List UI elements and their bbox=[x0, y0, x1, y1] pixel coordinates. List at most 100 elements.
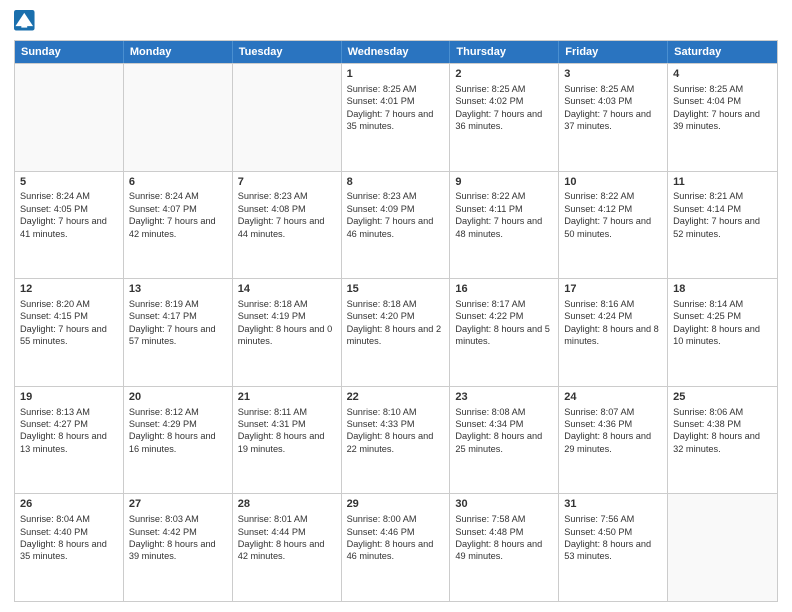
day-number: 27 bbox=[129, 497, 227, 512]
calendar-cell: 31 Sunrise: 7:56 AM Sunset: 4:50 PM Dayligh… bbox=[559, 494, 668, 601]
sunrise: Sunrise: 8:00 AM bbox=[347, 514, 417, 524]
day-number: 20 bbox=[129, 390, 227, 405]
daylight: Daylight: 8 hours and 13 minutes. bbox=[20, 431, 107, 453]
sunrise: Sunrise: 8:21 AM bbox=[673, 191, 743, 201]
day-number: 14 bbox=[238, 282, 336, 297]
calendar-body: 1Sunrise: 8:25 AMSunset: 4:01 PMDaylight… bbox=[15, 63, 777, 601]
sunrise: Sunrise: 8:18 AM bbox=[347, 299, 417, 309]
calendar-cell: 19Sunrise: 8:13 AMSunset: 4:27 PMDayligh… bbox=[15, 387, 124, 494]
daylight: Daylight: 8 hours and 42 minutes. bbox=[238, 539, 325, 561]
sunrise: Sunrise: 8:17 AM bbox=[455, 299, 525, 309]
sunset: Sunset: 4:36 PM bbox=[564, 419, 632, 429]
sunset: Sunset: 4:44 PM bbox=[238, 527, 306, 537]
daylight: Daylight: 7 hours and 50 minutes. bbox=[564, 216, 651, 238]
sunset: Sunset: 4:14 PM bbox=[673, 204, 741, 214]
calendar-cell: 6Sunrise: 8:24 AMSunset: 4:07 PMDaylight… bbox=[124, 172, 233, 279]
calendar: SundayMondayTuesdayWednesdayThursdayFrid… bbox=[14, 40, 778, 602]
daylight: Daylight: 8 hours and 2 minutes. bbox=[347, 324, 442, 346]
day-number: 3 bbox=[564, 67, 662, 82]
daylight: Daylight: 8 hours and 22 minutes. bbox=[347, 431, 434, 453]
sunset: Sunset: 4:50 PM bbox=[564, 527, 632, 537]
day-number: 31 bbox=[564, 497, 662, 512]
calendar-cell: 15 Sunrise: 8:18 AM Sunset: 4:20 PM Dayligh… bbox=[342, 279, 451, 386]
calendar-cell: 2Sunrise: 8:25 AMSunset: 4:02 PMDaylight… bbox=[450, 64, 559, 171]
day-number: 24 bbox=[564, 390, 662, 405]
daylight: Daylight: 8 hours and 53 minutes. bbox=[564, 539, 651, 561]
header-day-thursday: Thursday bbox=[450, 41, 559, 63]
day-number: 30 bbox=[455, 497, 553, 512]
sunset: Sunset: 4:42 PM bbox=[129, 527, 197, 537]
day-number: 29 bbox=[347, 497, 445, 512]
sunset: Sunset: 4:08 PM bbox=[238, 204, 306, 214]
calendar-cell bbox=[15, 64, 124, 171]
calendar-cell: 8Sunrise: 8:23 AMSunset: 4:09 PMDaylight… bbox=[342, 172, 451, 279]
day-number: 19 bbox=[20, 390, 118, 405]
calendar-row-2: 12Sunrise: 8:20 AMSunset: 4:15 PMDayligh… bbox=[15, 278, 777, 386]
sunset: Sunset: 4:20 PM bbox=[347, 311, 415, 321]
sunrise: Sunrise: 7:56 AM bbox=[564, 514, 634, 524]
sunset: Sunset: 4:15 PM bbox=[20, 311, 88, 321]
daylight: Daylight: 8 hours and 32 minutes. bbox=[673, 431, 760, 453]
day-number: 15 bbox=[347, 282, 445, 297]
sunset: Sunset: 4:03 PM bbox=[564, 96, 632, 106]
sunrise: Sunrise: 8:03 AM bbox=[129, 514, 199, 524]
daylight: Daylight: 8 hours and 49 minutes. bbox=[455, 539, 542, 561]
calendar-cell: 11Sunrise: 8:21 AM Sunset: 4:14 PM Dayligh… bbox=[668, 172, 777, 279]
daylight: Daylight: 8 hours and 39 minutes. bbox=[129, 539, 216, 561]
calendar-cell: 1Sunrise: 8:25 AMSunset: 4:01 PMDaylight… bbox=[342, 64, 451, 171]
sunset: Sunset: 4:01 PM bbox=[347, 96, 415, 106]
sunrise: Sunrise: 8:25 AM bbox=[564, 84, 634, 94]
header-day-tuesday: Tuesday bbox=[233, 41, 342, 63]
sunset: Sunset: 4:46 PM bbox=[347, 527, 415, 537]
day-number: 2 bbox=[455, 67, 553, 82]
day-number: 4 bbox=[673, 67, 772, 82]
calendar-cell bbox=[124, 64, 233, 171]
day-number: 22 bbox=[347, 390, 445, 405]
header-day-friday: Friday bbox=[559, 41, 668, 63]
header-day-monday: Monday bbox=[124, 41, 233, 63]
calendar-cell: 22Sunrise: 8:10 AMSunset: 4:33 PMDayligh… bbox=[342, 387, 451, 494]
daylight: Daylight: 7 hours and 52 minutes. bbox=[673, 216, 760, 238]
calendar-cell: 14Sunrise: 8:18 AMSunset: 4:19 PMDayligh… bbox=[233, 279, 342, 386]
daylight: Daylight: 7 hours and 41 minutes. bbox=[20, 216, 107, 238]
daylight: Daylight: 7 hours and 35 minutes. bbox=[347, 109, 434, 131]
daylight: Daylight: 8 hours and 46 minutes. bbox=[347, 539, 434, 561]
sunset: Sunset: 4:33 PM bbox=[347, 419, 415, 429]
sunrise: Sunrise: 8:24 AM bbox=[129, 191, 199, 201]
sunrise: Sunrise: 8:07 AM bbox=[564, 407, 634, 417]
sunrise: Sunrise: 8:24 AM bbox=[20, 191, 90, 201]
header bbox=[14, 10, 778, 32]
page: SundayMondayTuesdayWednesdayThursdayFrid… bbox=[0, 0, 792, 612]
calendar-row-0: 1Sunrise: 8:25 AMSunset: 4:01 PMDaylight… bbox=[15, 63, 777, 171]
calendar-row-1: 5Sunrise: 8:24 AMSunset: 4:05 PMDaylight… bbox=[15, 171, 777, 279]
sunset: Sunset: 4:29 PM bbox=[129, 419, 197, 429]
sunrise: Sunrise: 8:22 AM bbox=[564, 191, 634, 201]
sunrise: Sunrise: 8:12 AM bbox=[129, 407, 199, 417]
sunrise: Sunrise: 8:25 AM bbox=[347, 84, 417, 94]
sunset: Sunset: 4:24 PM bbox=[564, 311, 632, 321]
calendar-header: SundayMondayTuesdayWednesdayThursdayFrid… bbox=[15, 41, 777, 63]
day-number: 17 bbox=[564, 282, 662, 297]
sunrise: Sunrise: 8:16 AM bbox=[564, 299, 634, 309]
sunset: Sunset: 4:11 PM bbox=[455, 204, 522, 214]
sunset: Sunset: 4:09 PM bbox=[347, 204, 415, 214]
sunset: Sunset: 4:04 PM bbox=[673, 96, 741, 106]
sunrise: Sunrise: 8:13 AM bbox=[20, 407, 90, 417]
daylight: Daylight: 8 hours and 0 minutes. bbox=[238, 324, 333, 346]
daylight: Daylight: 7 hours and 37 minutes. bbox=[564, 109, 651, 131]
daylight: Daylight: 8 hours and 35 minutes. bbox=[20, 539, 107, 561]
day-number: 13 bbox=[129, 282, 227, 297]
day-number: 6 bbox=[129, 175, 227, 190]
calendar-cell: 30Sunrise: 7:58 AMSunset: 4:48 PMDayligh… bbox=[450, 494, 559, 601]
calendar-cell: 23Sunrise: 8:08 AMSunset: 4:34 PMDayligh… bbox=[450, 387, 559, 494]
day-number: 5 bbox=[20, 175, 118, 190]
sunrise: Sunrise: 7:58 AM bbox=[455, 514, 525, 524]
sunrise: Sunrise: 8:23 AM bbox=[238, 191, 308, 201]
calendar-cell: 18Sunrise: 8:14 AMSunset: 4:25 PMDayligh… bbox=[668, 279, 777, 386]
sunset: Sunset: 4:34 PM bbox=[455, 419, 523, 429]
calendar-cell: 7Sunrise: 8:23 AMSunset: 4:08 PMDaylight… bbox=[233, 172, 342, 279]
sunset: Sunset: 4:19 PM bbox=[238, 311, 306, 321]
day-number: 18 bbox=[673, 282, 772, 297]
day-number: 11 bbox=[673, 175, 772, 190]
sunset: Sunset: 4:07 PM bbox=[129, 204, 197, 214]
